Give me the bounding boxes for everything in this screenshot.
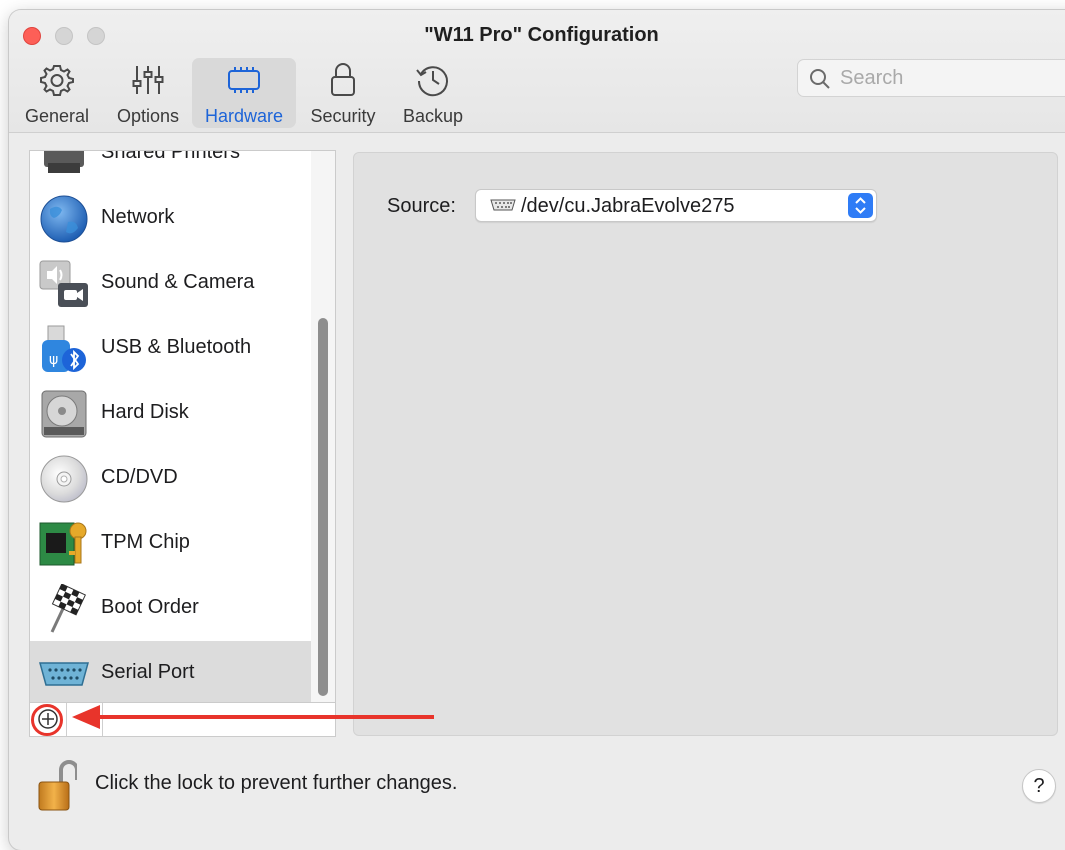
sidebar-item-shared-printers[interactable]: Shared Printers: [30, 150, 312, 186]
search-field[interactable]: Search: [797, 59, 1065, 97]
search-icon: [808, 67, 832, 96]
help-button[interactable]: ?: [1022, 769, 1056, 803]
tab-options-label: Options: [116, 106, 180, 126]
source-select[interactable]: /dev/cu.JabraEvolve275: [475, 189, 877, 222]
sidebar-item-label: Network: [101, 206, 175, 228]
sidebar-item-cd-dvd[interactable]: CD/DVD: [30, 446, 312, 511]
lock-status-text: Click the lock to prevent further change…: [95, 772, 458, 794]
sidebar-item-label: TPM Chip: [101, 531, 190, 553]
window-title: "W11 Pro" Configuration: [424, 24, 659, 46]
tab-hardware[interactable]: Hardware: [192, 58, 296, 128]
sidebar-item-tpm-chip[interactable]: TPM Chip: [30, 511, 312, 576]
svg-text:ψ: ψ: [49, 352, 58, 368]
source-label: Source:: [387, 195, 456, 217]
sidebar-item-label: Hard Disk: [101, 401, 189, 423]
search-placeholder: Search: [840, 67, 904, 89]
sidebar-item-hard-disk[interactable]: Hard Disk: [30, 381, 312, 446]
gear-icon: [17, 62, 97, 98]
hard-disk-icon: [38, 389, 90, 439]
sidebar-item-label: Sound & Camera: [101, 271, 255, 293]
sidebar-item-label: Boot Order: [101, 596, 199, 618]
sidebar-item-label: CD/DVD: [101, 466, 178, 488]
hardware-device-list[interactable]: Shared Printers Network Sound & Camera ψ…: [29, 150, 336, 703]
tab-backup[interactable]: Backup: [393, 58, 473, 128]
tab-backup-label: Backup: [402, 106, 464, 126]
serial-port-small-icon: [490, 198, 516, 217]
annotation-arrow-icon: [72, 705, 434, 729]
sidebar-item-label: Serial Port: [101, 661, 195, 683]
serial-port-icon: [38, 649, 90, 699]
disc-icon: [38, 454, 90, 504]
usb-bluetooth-icon: ψ: [38, 324, 90, 374]
serial-port-settings-panel: Source: /dev/cu.JabraEvolve275: [353, 152, 1058, 736]
unlocked-padlock-icon[interactable]: [37, 760, 79, 817]
sidebar-item-serial-port[interactable]: Serial Port: [30, 641, 312, 702]
sidebar-scrollbar[interactable]: [311, 151, 335, 702]
tab-general-label: General: [24, 106, 90, 126]
history-clock-icon: [393, 62, 473, 98]
sidebar-item-label: USB & Bluetooth: [101, 336, 252, 358]
title-bar: "W11 Pro" Configuration General Options …: [9, 10, 1065, 133]
sidebar-item-usb-bluetooth[interactable]: ψ USB & Bluetooth: [30, 316, 312, 381]
sidebar-item-label: Shared Printers: [101, 150, 240, 163]
select-stepper-icon: [848, 193, 873, 218]
tab-options[interactable]: Options: [109, 58, 187, 128]
tab-security[interactable]: Security: [303, 58, 383, 128]
sidebar-item-sound-camera[interactable]: Sound & Camera: [30, 251, 312, 316]
checkered-flag-icon: [38, 583, 90, 634]
sidebar-item-network[interactable]: Network: [30, 186, 312, 251]
source-value: /dev/cu.JabraEvolve275: [521, 195, 735, 217]
globe-icon: [38, 194, 90, 244]
tab-general[interactable]: General: [17, 58, 97, 128]
sidebar-item-boot-order[interactable]: Boot Order: [30, 576, 312, 641]
printer-icon: [38, 151, 90, 179]
chip-icon: [192, 62, 296, 98]
tpm-chip-key-icon: [38, 519, 90, 569]
sliders-icon: [109, 62, 187, 98]
scrollbar-thumb[interactable]: [318, 318, 328, 696]
speaker-camera-icon: [38, 259, 90, 309]
annotation-circle: [31, 704, 63, 736]
tab-security-label: Security: [310, 106, 376, 126]
tab-hardware-label: Hardware: [204, 106, 284, 126]
lock-icon: [303, 62, 383, 98]
